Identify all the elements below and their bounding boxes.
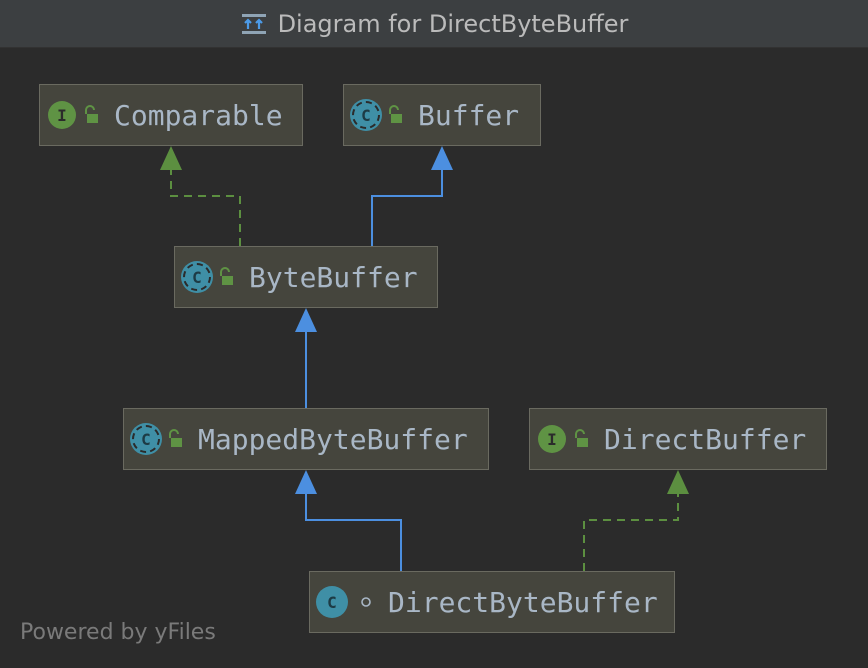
- node-mappedbytebuffer[interactable]: C MappedByteBuffer: [123, 408, 489, 470]
- powered-by-label: Powered by yFiles: [20, 620, 216, 645]
- abstract-class-icon: C: [183, 263, 211, 291]
- node-directbuffer[interactable]: I DirectBuffer: [529, 408, 827, 470]
- node-label: DirectByteBuffer: [388, 585, 658, 619]
- node-directbytebuffer[interactable]: C DirectByteBuffer: [309, 571, 675, 633]
- node-comparable[interactable]: I Comparable: [39, 84, 303, 146]
- unlocked-padlock-icon: [85, 105, 98, 123]
- package-private-dot-icon: [361, 597, 371, 607]
- abstract-class-icon: C: [132, 425, 160, 453]
- abstract-class-icon: C: [352, 101, 380, 129]
- unlocked-padlock-icon: [169, 429, 182, 447]
- class-diagram-icon: [241, 13, 266, 34]
- window-title: Diagram for DirectByteBuffer: [277, 9, 629, 38]
- node-label: MappedByteBuffer: [198, 422, 468, 456]
- unlocked-padlock-icon: [389, 105, 402, 123]
- node-label: DirectBuffer: [604, 422, 807, 456]
- node-label: Comparable: [114, 98, 283, 132]
- node-label: ByteBuffer: [249, 260, 418, 294]
- unlocked-padlock-icon: [220, 267, 233, 285]
- node-bytebuffer[interactable]: C ByteBuffer: [174, 246, 438, 308]
- node-buffer[interactable]: C Buffer: [343, 84, 541, 146]
- node-label: Buffer: [418, 98, 520, 132]
- window-titlebar: Diagram for DirectByteBuffer: [0, 0, 868, 48]
- interface-icon: I: [48, 101, 76, 129]
- unlocked-padlock-icon: [575, 429, 588, 447]
- class-icon: C: [318, 588, 346, 616]
- interface-icon: I: [538, 425, 566, 453]
